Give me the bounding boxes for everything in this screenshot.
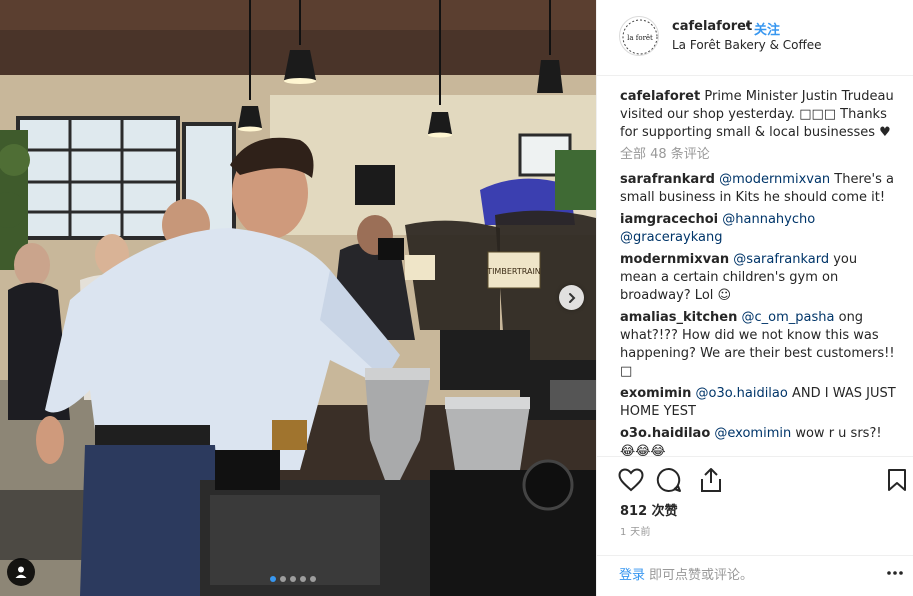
comment-item: exomimin @o3o.haidilao AND I WAS JUST HO… [620, 385, 898, 421]
view-all-comments-link[interactable]: 全部 48 条评论 [620, 146, 898, 164]
bookmark-icon [888, 469, 906, 491]
login-link[interactable]: 登录 [619, 564, 645, 583]
comment-username[interactable]: o3o.haidilao [620, 426, 710, 441]
comment-mention[interactable]: @modernmixvan [719, 172, 830, 187]
post-side-panel: la forêt cafelaforet • 关注 La Forêt Baker… [596, 0, 913, 596]
comments-list: cafelaforet Prime Minister Justin Trudea… [620, 88, 898, 465]
login-prompt-text: 即可点赞或评论。 [649, 568, 754, 583]
user-tag-button[interactable] [7, 558, 35, 586]
comment-username[interactable]: sarafrankard [620, 172, 715, 187]
post-photo[interactable]: TIMBERTRAIN [0, 0, 596, 596]
comment-username[interactable]: iamgracechoi [620, 212, 718, 227]
cafe-scene-image: TIMBERTRAIN [0, 0, 596, 596]
more-options-button[interactable] [885, 564, 905, 582]
chevron-right-icon [568, 292, 575, 303]
avatar-logo-text: la forêt [627, 34, 653, 42]
more-options-icon [887, 571, 903, 575]
comment-item: modernmixvan @sarafrankard you mean a ce… [620, 251, 898, 305]
comment-item: sarafrankard @modernmixvan There's a sma… [620, 171, 898, 207]
follow-button[interactable]: 关注 [754, 19, 780, 38]
avatar[interactable]: la forêt [619, 16, 659, 56]
brand-logo-icon: la forêt [622, 19, 658, 55]
login-prompt-row: 登录 即可点赞或评论。 [597, 555, 913, 596]
comment-mention[interactable]: @sarafrankard [733, 252, 829, 267]
user-tag-icon [15, 566, 27, 578]
comment-username[interactable]: exomimin [620, 386, 691, 401]
share-icon [701, 468, 721, 492]
carousel-dot [280, 576, 286, 582]
comment-mention[interactable]: @exomimin [714, 426, 791, 441]
comment-mention[interactable]: @graceraykang [620, 230, 722, 245]
like-count[interactable]: 812 次赞 [620, 500, 678, 519]
post-timestamp[interactable]: 1 天前 [620, 523, 651, 538]
grinder-label: TIMBERTRAIN [486, 267, 541, 276]
comment-mention[interactable]: @hannahycho [722, 212, 815, 227]
heart-icon [618, 468, 644, 492]
location-link[interactable]: La Forêt Bakery & Coffee [672, 38, 822, 52]
carousel-indicator [270, 576, 316, 582]
comment-mention[interactable]: @c_om_pasha [742, 310, 835, 325]
carousel-dot [270, 576, 276, 582]
post-actions: 812 次赞 1 天前 登录 即可点赞或评论。 [597, 456, 913, 596]
carousel-dot [290, 576, 296, 582]
post-header: la forêt cafelaforet • 关注 La Forêt Baker… [597, 0, 913, 76]
comment-item: iamgracechoi @hannahycho @graceraykang [620, 211, 898, 247]
carousel-dot [310, 576, 316, 582]
next-photo-button[interactable] [559, 285, 584, 310]
comment-bubble-icon [656, 467, 681, 492]
comment-username[interactable]: modernmixvan [620, 252, 729, 267]
caption-username[interactable]: cafelaforet [620, 89, 700, 104]
comment-username[interactable]: amalias_kitchen [620, 310, 737, 325]
like-button[interactable] [617, 466, 645, 494]
comment-item: amalias_kitchen @c_om_pasha ong what?!??… [620, 309, 898, 381]
save-button[interactable] [883, 466, 911, 494]
carousel-dot [300, 576, 306, 582]
header-separator: • [744, 19, 752, 34]
share-button[interactable] [697, 466, 725, 494]
caption: cafelaforet Prime Minister Justin Trudea… [620, 88, 898, 142]
comment-button[interactable] [655, 466, 683, 494]
header-username[interactable]: cafelaforet [672, 19, 752, 34]
comment-mention[interactable]: @o3o.haidilao [696, 386, 788, 401]
